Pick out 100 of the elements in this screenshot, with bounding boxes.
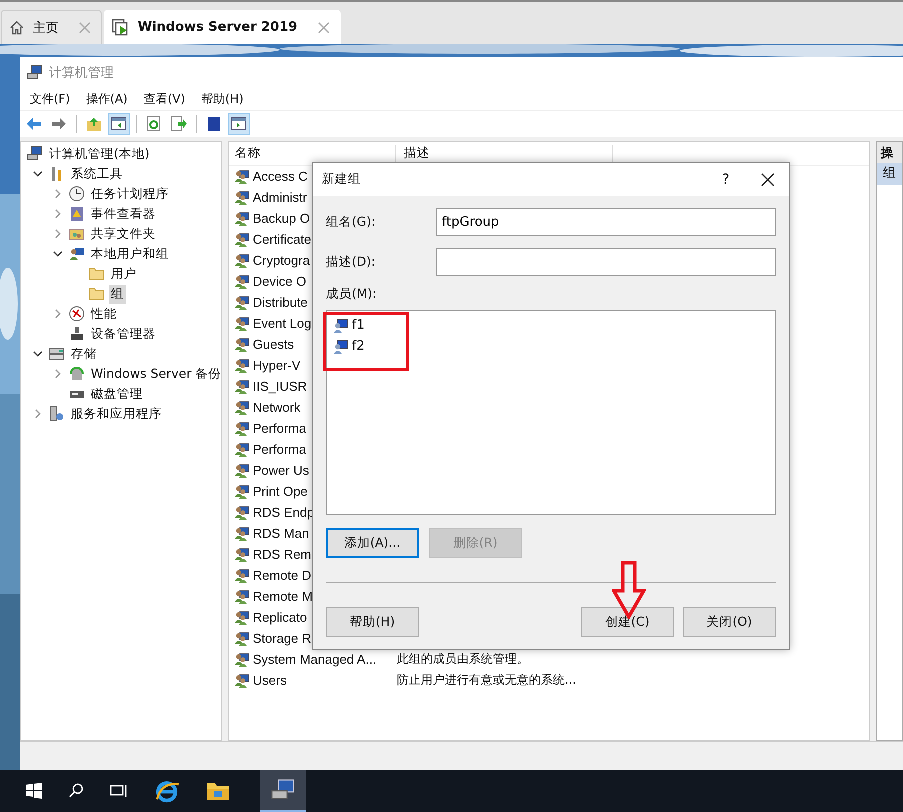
group-name[interactable]: Event Log — [253, 316, 312, 331]
group-description: 防止用户进行有意或无意的系统... — [397, 672, 576, 689]
input-field[interactable]: ftpGroup — [436, 208, 776, 236]
group-name[interactable]: Performa — [253, 442, 306, 457]
tree-item[interactable]: 组 — [109, 284, 126, 304]
group-name[interactable]: Access C — [253, 169, 308, 184]
folder-icon[interactable] — [206, 781, 230, 801]
group-name[interactable]: Cryptogra — [253, 253, 310, 268]
group-name[interactable]: System Managed A... — [253, 652, 377, 667]
group-icon — [234, 588, 250, 604]
group-icon — [234, 462, 250, 478]
backup-icon — [69, 366, 85, 382]
menu-item[interactable]: 文件(F) — [30, 90, 70, 108]
group-icon — [234, 526, 250, 542]
tree-item[interactable]: 设备管理器 — [89, 324, 158, 344]
menu-item[interactable]: 操作(A) — [86, 90, 128, 108]
tree-item[interactable]: 系统工具 — [69, 164, 125, 184]
tree-item[interactable]: 事件查看器 — [89, 204, 158, 224]
help-button[interactable]: ? — [711, 172, 741, 188]
group-icon — [234, 274, 250, 290]
group-name[interactable]: Performa — [253, 421, 306, 436]
group-name[interactable]: Administr — [253, 190, 308, 205]
tree-item[interactable]: 用户 — [109, 264, 139, 284]
dialog-button[interactable]: 添加(A)... — [326, 528, 419, 558]
start-icon[interactable] — [26, 783, 42, 799]
group-name[interactable]: Guests — [253, 337, 294, 352]
group-name[interactable]: Backup O — [253, 211, 310, 226]
folder-icon — [89, 286, 105, 302]
group-icon — [234, 504, 250, 520]
group-name[interactable]: Users — [253, 673, 287, 688]
group-name[interactable]: Remote M — [253, 589, 313, 604]
group-name[interactable]: IIS_IUSR — [253, 379, 308, 394]
group-description: 此组的成员由系统管理。 — [397, 651, 529, 668]
close-icon[interactable] — [761, 172, 775, 186]
window-title: 计算机管理 — [49, 64, 114, 82]
pane-header: 操 — [877, 142, 902, 163]
tree-item[interactable]: 磁盘管理 — [89, 384, 145, 404]
action-item[interactable]: 组 — [877, 163, 902, 185]
browser-tab[interactable]: Windows Server 2019 — [104, 10, 341, 44]
event-log-icon — [69, 206, 85, 222]
dialog-button[interactable]: 创建(C) — [581, 607, 674, 637]
group-name[interactable]: Print Ope — [253, 484, 308, 499]
storage-icon — [49, 346, 65, 362]
group-icon — [234, 336, 250, 352]
group-name[interactable]: Certificate — [253, 232, 312, 247]
group-icon — [234, 294, 250, 310]
tree-item[interactable]: 共享文件夹 — [89, 224, 158, 244]
group-icon — [234, 210, 250, 226]
menu-item[interactable]: 帮助(H) — [201, 90, 244, 108]
group-name[interactable]: Device O — [253, 274, 306, 289]
group-icon — [234, 672, 250, 688]
member-item[interactable]: f2 — [352, 339, 365, 354]
computer-icon — [27, 146, 43, 162]
group-name[interactable]: Network — [253, 400, 301, 415]
group-icon — [234, 232, 250, 248]
dialog-button[interactable]: 帮助(H) — [326, 607, 419, 637]
computer-icon — [27, 64, 43, 80]
tree-item[interactable]: 存储 — [69, 344, 99, 364]
dialog-title: 新建组 — [322, 171, 362, 188]
group-icon — [234, 168, 250, 184]
group-name[interactable]: Replicato — [253, 610, 308, 625]
group-icon — [234, 652, 250, 668]
tree-item[interactable]: 本地用户和组 — [89, 244, 171, 264]
home-icon — [9, 20, 25, 36]
tree-item[interactable]: 服务和应用程序 — [69, 404, 164, 424]
group-name[interactable]: Power Us — [253, 463, 310, 478]
group-icon — [234, 378, 250, 394]
task-view-icon[interactable] — [110, 783, 128, 799]
member-item[interactable]: f1 — [352, 318, 365, 333]
pane-toggle-icon[interactable] — [108, 113, 130, 135]
group-icon — [234, 316, 250, 332]
group-icon — [234, 610, 250, 626]
clock-icon — [69, 186, 85, 202]
group-icon — [234, 484, 250, 500]
group-icon — [234, 400, 250, 416]
group-icon — [234, 420, 250, 436]
group-name[interactable]: Remote D — [253, 568, 312, 583]
menu-item[interactable]: 查看(V) — [144, 90, 186, 108]
browser-tab[interactable]: 主页 — [1, 10, 102, 44]
group-name[interactable]: Distribute — [253, 295, 308, 310]
group-icon — [234, 190, 250, 206]
group-name[interactable]: RDS Rem — [253, 547, 312, 562]
user-computer-icon — [333, 318, 349, 334]
group-icon — [234, 568, 250, 584]
group-name[interactable]: RDS Man — [253, 526, 310, 541]
action-pane-icon[interactable] — [228, 113, 250, 135]
tree-item[interactable]: 性能 — [89, 304, 119, 324]
users-icon — [69, 246, 85, 262]
group-name[interactable]: Storage R — [253, 631, 312, 646]
device-icon — [69, 326, 85, 342]
user-computer-icon — [333, 338, 349, 354]
folder-icon — [89, 266, 105, 282]
dialog-button[interactable]: 关闭(O) — [683, 607, 776, 637]
tree-item[interactable]: 任务计划程序 — [89, 184, 171, 204]
tree-item[interactable]: 计算机管理(本地) — [47, 144, 152, 164]
field-label: 组名(G): — [326, 214, 377, 230]
computer-management-taskbar-button[interactable] — [260, 770, 306, 812]
input-field[interactable] — [436, 248, 776, 276]
group-name[interactable]: Hyper-V — [253, 358, 301, 373]
search-icon[interactable] — [68, 783, 84, 799]
